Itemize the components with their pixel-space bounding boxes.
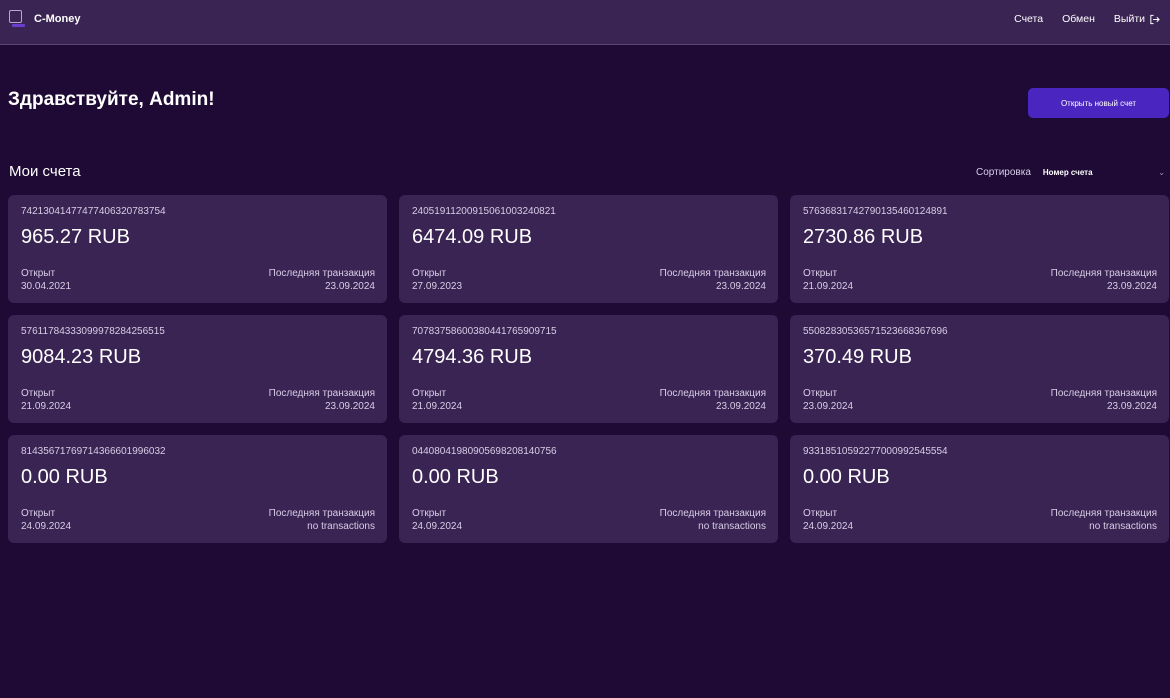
accounts-grid: 74213041477477406320783754 965.27 RUB От… (8, 195, 1169, 543)
account-meta: Открыт 24.09.2024 Последняя транзакция n… (412, 507, 766, 533)
opened-date: 24.09.2024 (412, 521, 463, 532)
account-meta: Открыт 21.09.2024 Последняя транзакция 2… (803, 267, 1157, 293)
account-meta: Открыт 27.09.2023 Последняя транзакция 2… (412, 267, 766, 293)
opened-date: 24.09.2024 (21, 521, 72, 532)
account-balance: 0.00 RUB (412, 466, 499, 488)
account-meta: Открыт 21.09.2024 Последняя транзакция 2… (21, 387, 375, 413)
opened-date: 30.04.2021 (21, 281, 72, 292)
last-transaction-value: 23.09.2024 (324, 401, 375, 412)
account-number: 24051911200915061003240821 (412, 206, 556, 217)
page-greeting: Здравствуйте, Admin! (8, 89, 215, 110)
account-number: 81435671769714366601996032 (21, 446, 166, 457)
account-meta: Открыт 23.09.2024 Последняя транзакция 2… (803, 387, 1157, 413)
last-transaction-label: Последняя транзакция (268, 268, 375, 279)
last-transaction-label: Последняя транзакция (659, 508, 766, 519)
open-new-account-button[interactable]: Открыть новый счет (1028, 88, 1169, 118)
opened-date: 23.09.2024 (803, 401, 854, 412)
opened-date: 21.09.2024 (412, 401, 463, 412)
sort-control: Сортировка Номер счета ⌄ (976, 167, 1165, 178)
account-number: 57636831742790135460124891 (803, 206, 948, 217)
last-transaction-label: Последняя транзакция (1050, 388, 1157, 399)
opened-label: Открыт (21, 508, 56, 519)
account-meta: Открыт 21.09.2024 Последняя транзакция 2… (412, 387, 766, 413)
account-card[interactable]: 24051911200915061003240821 6474.09 RUB О… (399, 195, 778, 303)
sort-selected-value: Номер счета (1042, 168, 1093, 177)
last-transaction-value: no transactions (1089, 521, 1157, 532)
opened-label: Открыт (412, 388, 447, 399)
logout-icon (1150, 14, 1160, 24)
last-transaction-value: 23.09.2024 (715, 401, 766, 412)
sort-label: Сортировка (976, 167, 1031, 178)
account-balance: 0.00 RUB (803, 466, 890, 488)
account-card[interactable]: 57636831742790135460124891 2730.86 RUB О… (790, 195, 1169, 303)
last-transaction-value: 23.09.2024 (1106, 401, 1157, 412)
app-name: C-Money (34, 13, 81, 25)
nav-accounts-link[interactable]: Счета (1014, 13, 1043, 25)
last-transaction-label: Последняя транзакция (1050, 268, 1157, 279)
account-balance: 2730.86 RUB (803, 226, 924, 248)
nav-exchange-link[interactable]: Обмен (1062, 13, 1095, 25)
opened-label: Открыт (412, 268, 447, 279)
account-balance: 4794.36 RUB (412, 346, 533, 368)
chevron-down-icon: ⌄ (1158, 168, 1165, 177)
opened-date: 27.09.2023 (412, 281, 463, 292)
account-meta: Открыт 24.09.2024 Последняя транзакция n… (803, 507, 1157, 533)
account-number: 57611784333099978284256515 (21, 326, 165, 337)
account-card[interactable]: 93318510592277000992545554 0.00 RUB Откр… (790, 435, 1169, 543)
account-number: 93318510592277000992545554 (803, 446, 948, 457)
opened-date: 24.09.2024 (803, 521, 854, 532)
last-transaction-value: no transactions (698, 521, 766, 532)
last-transaction-label: Последняя транзакция (659, 388, 766, 399)
opened-label: Открыт (803, 508, 838, 519)
last-transaction-value: 23.09.2024 (1106, 281, 1157, 292)
account-card[interactable]: 55082830536571523668367696 370.49 RUB От… (790, 315, 1169, 423)
opened-label: Открыт (21, 268, 56, 279)
logout-link[interactable]: Выйти (1114, 13, 1160, 25)
account-balance: 6474.09 RUB (412, 226, 533, 248)
logout-label: Выйти (1113, 13, 1145, 25)
account-meta: Открыт 30.04.2021 Последняя транзакция 2… (21, 267, 375, 293)
opened-date: 21.09.2024 (803, 281, 854, 292)
account-balance: 965.27 RUB (21, 226, 130, 248)
last-transaction-value: no transactions (307, 521, 375, 532)
account-card[interactable]: 81435671769714366601996032 0.00 RUB Откр… (8, 435, 387, 543)
opened-label: Открыт (21, 388, 56, 399)
last-transaction-label: Последняя транзакция (1050, 508, 1157, 519)
account-number: 74213041477477406320783754 (21, 206, 166, 217)
account-number: 70783758600380441765909715 (412, 326, 557, 337)
last-transaction-label: Последняя транзакция (268, 388, 375, 399)
opened-date: 21.09.2024 (21, 401, 72, 412)
account-card[interactable]: 70783758600380441765909715 4794.36 RUB О… (399, 315, 778, 423)
logo-icon (8, 9, 26, 29)
last-transaction-value: 23.09.2024 (715, 281, 766, 292)
opened-label: Открыт (803, 388, 838, 399)
account-meta: Открыт 24.09.2024 Последняя транзакция n… (21, 507, 375, 533)
account-balance: 9084.23 RUB (21, 346, 142, 368)
accounts-section-title: Мои счета (9, 163, 81, 180)
sort-select[interactable]: Номер счета ⌄ (1043, 168, 1165, 177)
account-card[interactable]: 74213041477477406320783754 965.27 RUB От… (8, 195, 387, 303)
top-navbar: C-Money Счета Обмен Выйти (0, 0, 1170, 45)
opened-label: Открыт (803, 268, 838, 279)
account-card[interactable]: 04408041980905698208140756 0.00 RUB Откр… (399, 435, 778, 543)
app-logo[interactable]: C-Money (8, 9, 80, 29)
account-card[interactable]: 57611784333099978284256515 9084.23 RUB О… (8, 315, 387, 423)
account-balance: 370.49 RUB (803, 346, 912, 368)
last-transaction-value: 23.09.2024 (324, 281, 375, 292)
last-transaction-label: Последняя транзакция (268, 508, 375, 519)
account-number: 55082830536571523668367696 (803, 326, 948, 337)
main-nav: Счета Обмен Выйти (995, 13, 1160, 25)
account-balance: 0.00 RUB (21, 466, 108, 488)
opened-label: Открыт (412, 508, 447, 519)
account-number: 04408041980905698208140756 (412, 446, 557, 457)
last-transaction-label: Последняя транзакция (659, 268, 766, 279)
